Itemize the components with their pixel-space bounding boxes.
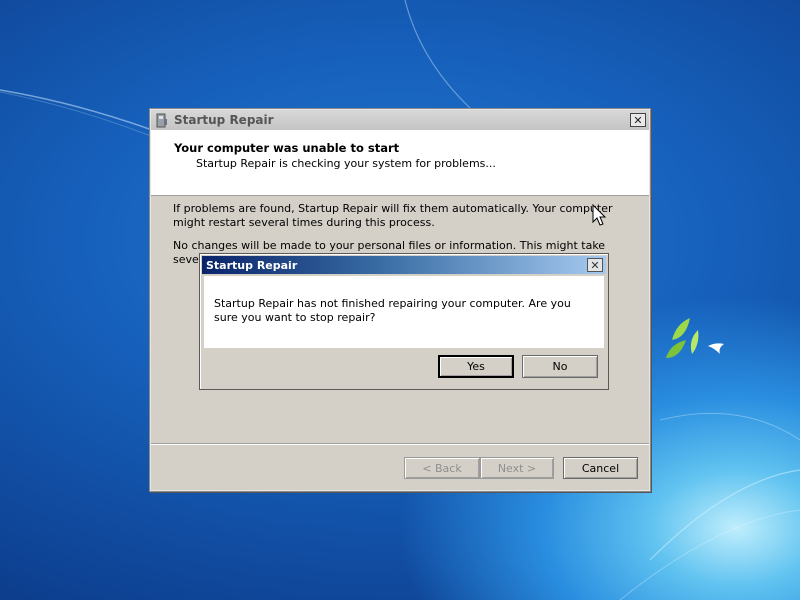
yes-button[interactable]: Yes — [438, 355, 514, 378]
header-title: Your computer was unable to start — [174, 141, 400, 155]
wizard-header: Your computer was unable to start Startu… — [151, 130, 649, 196]
confirm-stop-dialog: Startup Repair ✕ Startup Repair has not … — [199, 253, 609, 390]
cancel-button[interactable]: Cancel — [563, 457, 638, 479]
next-button[interactable]: Next > — [480, 457, 554, 479]
dialog-title-bar[interactable]: Startup Repair ✕ — [202, 256, 606, 274]
dialog-message-panel: Startup Repair has not finished repairin… — [204, 276, 604, 348]
header-subtitle: Startup Repair is checking your system f… — [196, 157, 496, 170]
dialog-title: Startup Repair — [206, 258, 298, 272]
dialog-message: Startup Repair has not finished repairin… — [214, 297, 571, 324]
close-icon: ✕ — [590, 258, 600, 272]
close-icon: ✕ — [633, 113, 643, 127]
dialog-close-button[interactable]: ✕ — [587, 258, 603, 272]
info-paragraph-1: If problems are found, Startup Repair wi… — [173, 202, 613, 229]
mouse-pointer-icon — [592, 203, 608, 228]
main-window-title: Startup Repair — [174, 113, 274, 127]
back-button[interactable]: < Back — [404, 457, 480, 479]
startup-repair-icon — [156, 113, 168, 128]
main-close-button[interactable]: ✕ — [630, 113, 646, 127]
leaf-logo-icon — [666, 318, 724, 358]
footer-divider — [151, 443, 649, 445]
no-button[interactable]: No — [522, 355, 598, 378]
main-title-bar[interactable]: Startup Repair ✕ — [151, 110, 649, 130]
